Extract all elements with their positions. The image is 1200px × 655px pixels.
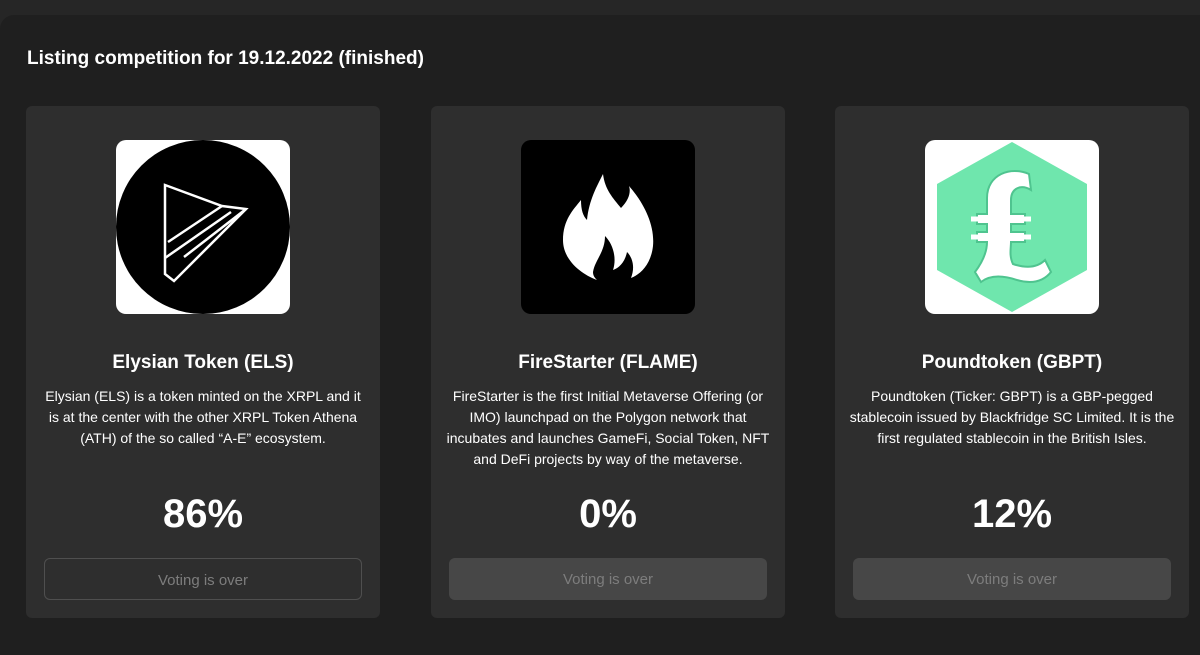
card-title: Poundtoken (GBPT) xyxy=(921,352,1103,373)
card-title: FireStarter (FLAME) xyxy=(518,352,698,373)
card-description: Poundtoken (Ticker: GBPT) is a GBP-pegge… xyxy=(849,388,1175,446)
competition-heading: Listing competition for 19.12.2022 (fini… xyxy=(27,48,424,69)
voting-over-button[interactable]: Voting is over xyxy=(44,558,362,600)
token-card-firestarter: FireStarter (FLAME) FireStarter is the f… xyxy=(431,106,785,618)
token-card-poundtoken: Poundtoken (GBPT) Poundtoken (Ticker: GB… xyxy=(835,106,1189,618)
voting-over-button[interactable]: Voting is over xyxy=(853,558,1171,600)
voting-over-button[interactable]: Voting is over xyxy=(449,558,767,600)
flame-logo-icon xyxy=(521,140,695,314)
pound-logo-icon xyxy=(925,140,1099,314)
page: Listing competition for 19.12.2022 (fini… xyxy=(0,0,1200,655)
elysian-logo-icon xyxy=(116,140,290,314)
vote-percentage: 0% xyxy=(579,492,637,536)
vote-percentage: 86% xyxy=(162,492,244,536)
card-description: Elysian (ELS) is a token minted on the X… xyxy=(45,388,361,446)
token-card-elysian: Elysian Token (ELS) Elysian (ELS) is a t… xyxy=(26,106,380,618)
vote-percentage: 12% xyxy=(971,492,1053,536)
card-title: Elysian Token (ELS) xyxy=(112,352,294,373)
card-description: FireStarter is the first Initial Metaver… xyxy=(446,388,770,467)
